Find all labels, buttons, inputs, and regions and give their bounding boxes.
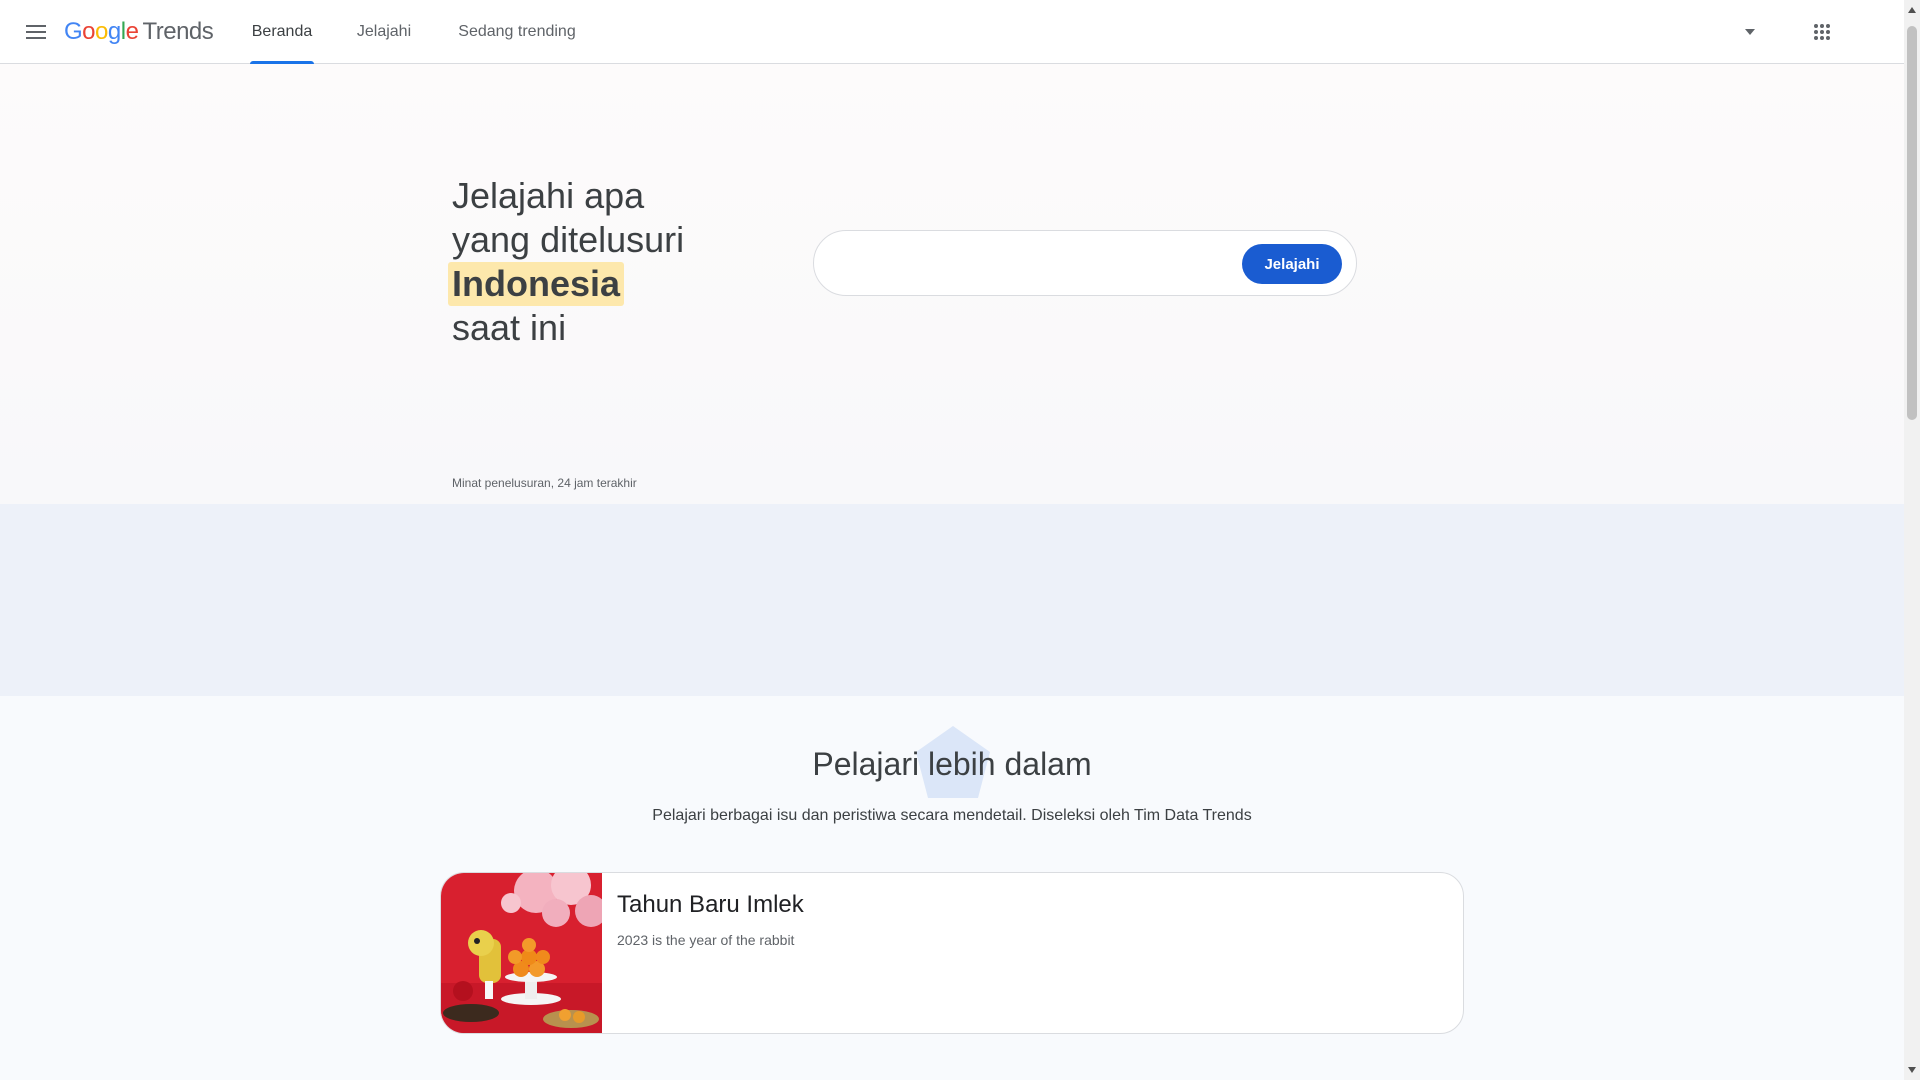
story-subtitle: 2023 is the year of the rabbit bbox=[617, 932, 795, 948]
logo-letter: o bbox=[82, 18, 96, 45]
apps-grid-icon bbox=[1814, 24, 1830, 40]
trending-band bbox=[0, 504, 1904, 696]
top-app-bar: Google Trends Beranda Jelajahi Sedang tre… bbox=[0, 0, 1904, 64]
hero-title-line: Jelajahi apa bbox=[452, 175, 645, 216]
active-tab-indicator bbox=[250, 61, 314, 64]
search-box: Jelajahi bbox=[813, 230, 1357, 296]
tab-label: Sedang trending bbox=[458, 23, 576, 40]
story-card[interactable]: Tahun Baru Imlek 2023 is the year of the… bbox=[440, 872, 1464, 1034]
hero-section: Jelajahi apa yang ditelusuri Indonesia s… bbox=[0, 64, 1904, 504]
tab-sedang-trending[interactable]: Sedang trending bbox=[446, 0, 588, 64]
hero-title-line: saat ini bbox=[452, 307, 567, 348]
hero-title-country: Indonesia bbox=[448, 262, 625, 306]
google-apps-button[interactable] bbox=[1804, 14, 1840, 50]
logo-letter: G bbox=[64, 18, 83, 45]
google-trends-logo[interactable]: Google Trends bbox=[64, 17, 214, 47]
search-input[interactable] bbox=[838, 245, 1238, 281]
tab-jelajahi[interactable]: Jelajahi bbox=[342, 0, 426, 64]
region-dropdown-button[interactable] bbox=[1734, 16, 1766, 48]
scroll-down-arrow-icon[interactable] bbox=[1908, 1066, 1916, 1074]
learn-more-title: Pelajari lebih dalam bbox=[812, 746, 1092, 782]
logo-letter: g bbox=[107, 18, 121, 45]
lunar-new-year-image bbox=[441, 873, 602, 1033]
hero-title-line: yang ditelusuri bbox=[452, 219, 685, 260]
story-title: Tahun Baru Imlek bbox=[617, 891, 804, 918]
arrow-drop-down-icon bbox=[1745, 29, 1755, 35]
tab-label: Beranda bbox=[251, 23, 313, 40]
logo-product-name: Trends bbox=[142, 18, 214, 45]
tab-label: Jelajahi bbox=[356, 23, 412, 40]
explore-button[interactable]: Jelajahi bbox=[1242, 244, 1342, 284]
logo-letter: o bbox=[95, 18, 108, 45]
vertical-scrollbar[interactable] bbox=[1904, 0, 1920, 1080]
interest-label: Minat penelusuran, 24 jam terakhir bbox=[452, 476, 637, 490]
learn-more-subtitle: Pelajari berbagai isu dan peristiwa seca… bbox=[652, 807, 1252, 824]
menu-button[interactable] bbox=[20, 16, 52, 48]
hero-title: Jelajahi apa yang ditelusuri Indonesia s… bbox=[448, 174, 685, 350]
logo-letter: e bbox=[125, 18, 139, 45]
tab-beranda[interactable]: Beranda bbox=[240, 0, 324, 64]
scrollbar-thumb[interactable] bbox=[1907, 26, 1917, 420]
story-image bbox=[441, 873, 602, 1033]
scroll-up-arrow-icon[interactable] bbox=[1908, 6, 1916, 14]
menu-icon bbox=[26, 25, 46, 39]
